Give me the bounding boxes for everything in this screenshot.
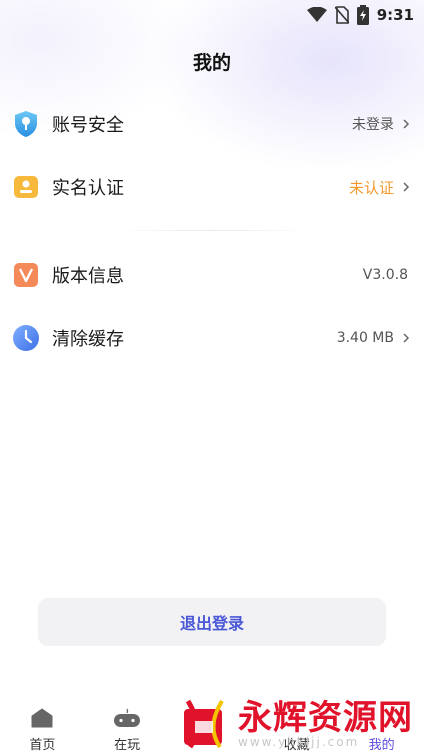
chevron-right-icon [402,332,410,344]
menu-label: 实名认证 [52,178,124,199]
clock-icon [12,324,40,352]
gamepad-icon [113,706,141,730]
menu-item-clear-cache[interactable]: 清除缓存 3.40 MB [0,318,424,358]
chevron-right-icon [402,118,410,130]
version-v-icon [12,261,40,289]
tab-playing[interactable]: 在玩 [85,700,169,753]
tab-label: 首页 [29,738,56,753]
menu-item-real-name-verification[interactable]: 实名认证 未认证 [0,167,424,207]
version-value: V3.0.8 [362,267,408,283]
login-status-value: 未登录 [352,117,394,133]
menu-label: 账号安全 [52,115,124,136]
chevron-right-icon [402,181,410,193]
logout-button[interactable]: 退出登录 [38,598,386,646]
status-bar: 9:31 [0,0,424,30]
watermark-title: 永辉资源网 [238,697,413,738]
battery-charging-icon [356,5,369,25]
menu-label: 清除缓存 [52,329,124,350]
no-sim-icon [334,6,349,24]
menu-item-version-info[interactable]: 版本信息 V3.0.8 [0,255,424,295]
menu-label: 版本信息 [52,266,124,287]
cache-size-value: 3.40 MB [336,330,394,346]
verification-status-value: 未认证 [348,178,394,197]
shield-key-icon [12,110,40,138]
tab-home[interactable]: 首页 [0,700,84,753]
id-card-icon [12,173,40,201]
watermark-overlay: 永辉资源网 www.yhkjjj.com [178,694,424,753]
watermark-url: www.yhkjjj.com [238,734,360,749]
watermark-logo-icon [178,697,232,751]
wifi-icon [306,7,327,23]
status-time: 9:31 [376,6,414,24]
home-icon [31,706,53,730]
section-divider [118,230,306,231]
menu-item-account-security[interactable]: 账号安全 未登录 [0,104,424,144]
tab-label: 在玩 [114,738,141,753]
page-title: 我的 [192,52,231,74]
